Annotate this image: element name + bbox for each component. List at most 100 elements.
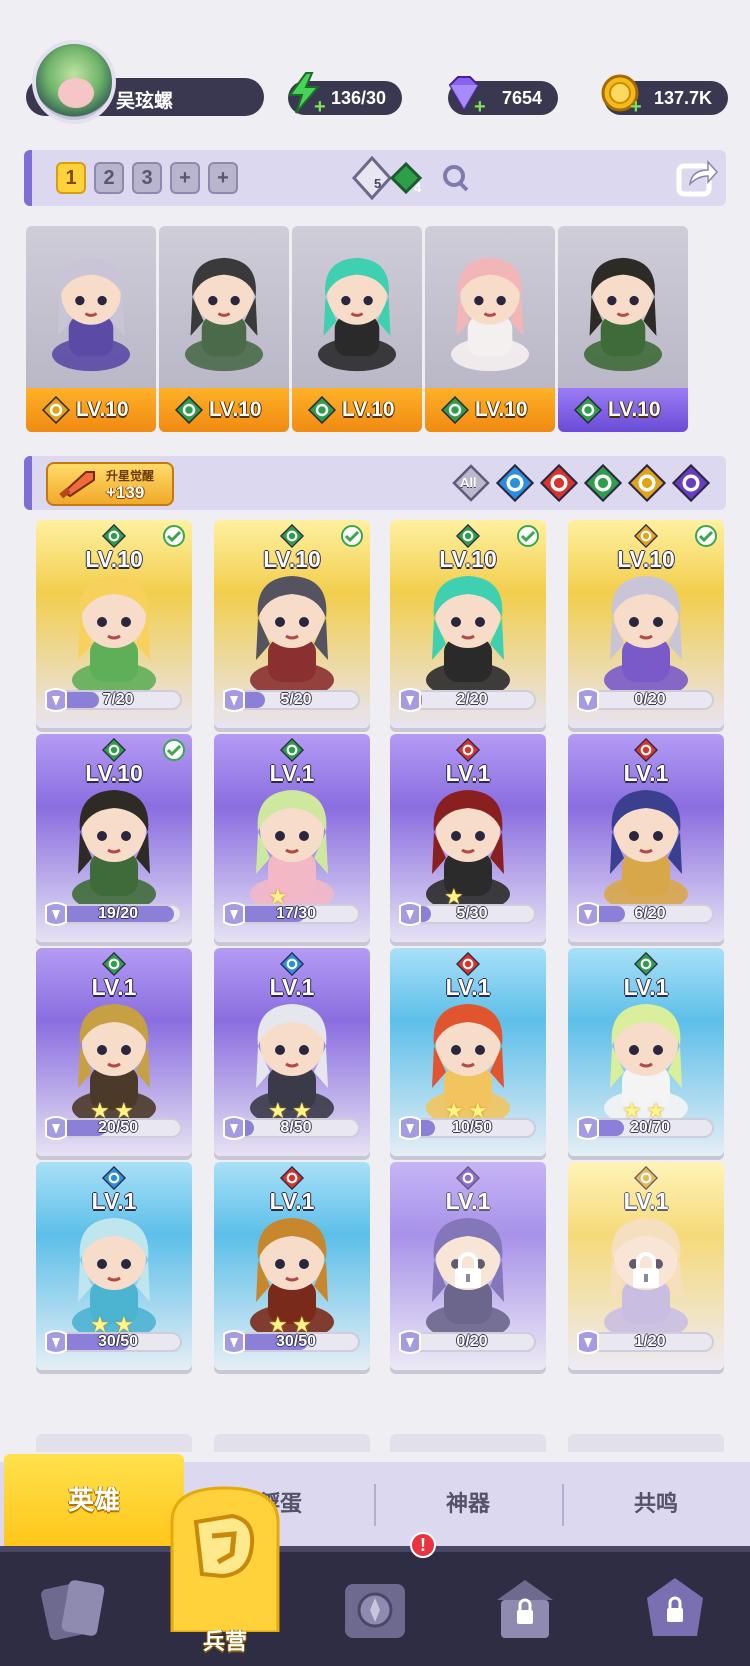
hero-card[interactable]: LV.1 ★ ★ 10/50 <box>390 948 546 1156</box>
nature-element-icon <box>174 395 204 425</box>
lineup-slot[interactable]: LV.10 <box>425 226 555 432</box>
lineup-slot[interactable]: LV.10 <box>159 226 289 432</box>
nature-filter-icon <box>583 463 623 503</box>
progress-text: 0/20 <box>634 691 666 708</box>
map-icon <box>345 1584 405 1638</box>
hero-portrait <box>318 257 396 372</box>
tab-divider <box>374 1484 376 1526</box>
filter-water[interactable] <box>495 463 535 503</box>
hero-card[interactable]: LV.1 ★ ★ 30/50 <box>36 1162 192 1370</box>
water-element-icon <box>101 1165 127 1191</box>
lineup-level-bar: LV.10 <box>26 388 156 432</box>
hero-card[interactable]: LV.1 1/20 <box>568 1162 724 1370</box>
check-icon <box>695 525 717 547</box>
hero-card[interactable]: LV.10 19/20 <box>36 734 192 942</box>
progress-text: 1/20 <box>634 1333 666 1350</box>
avatar[interactable] <box>32 40 116 124</box>
hero-portrait <box>426 790 510 912</box>
nature-element-icon <box>307 395 337 425</box>
hero-card[interactable]: LV.1 0/20 <box>390 1162 546 1370</box>
hero-portrait-wrap <box>222 774 362 914</box>
lineup-level-bar: LV.10 <box>558 388 688 432</box>
shard-icon <box>577 1116 599 1140</box>
hero-card[interactable]: LV.10 2/20 <box>390 520 546 728</box>
hero-card[interactable]: LV.1 6/20 <box>568 734 724 942</box>
team-tab-2[interactable]: 2 <box>94 162 124 194</box>
water-filter-icon <box>495 463 535 503</box>
fire-filter-icon <box>539 463 579 503</box>
progress-text: 19/20 <box>97 905 139 922</box>
shard-icon <box>223 1330 245 1354</box>
nav-cards[interactable] <box>0 1556 150 1666</box>
hero-card[interactable]: LV.1 ★ ★ 8/50 <box>214 948 370 1156</box>
hero-portrait-wrap <box>222 560 362 700</box>
lineup-slot[interactable]: LV.10 <box>558 226 688 432</box>
shard-icon <box>399 902 421 926</box>
lineup-art <box>558 226 688 390</box>
hero-level: LV.10 <box>439 546 497 572</box>
hero-card[interactable]: LV.10 5/20 <box>214 520 370 728</box>
team-tab-add[interactable]: + <box>208 162 238 194</box>
shard-icon <box>45 1116 67 1140</box>
tab-resonance[interactable]: 共鸣 <box>566 1462 746 1546</box>
hero-card[interactable]: LV.10 0/20 <box>568 520 724 728</box>
hero-level: LV.1 <box>445 760 491 786</box>
hero-level: LV.1 <box>91 974 137 1000</box>
coins-counter[interactable]: + 137.7K <box>601 74 728 117</box>
shard-icon <box>45 688 67 712</box>
hero-card[interactable]: LV.1 ★ ★ 20/50 <box>36 948 192 1156</box>
team-tab-add[interactable]: + <box>170 162 200 194</box>
energy-counter[interactable]: + 136/30 <box>288 72 402 117</box>
hero-card[interactable]: LV.10 7/20 <box>36 520 192 728</box>
filter-nature[interactable] <box>583 463 623 503</box>
tab-heroes[interactable]: 英雄 <box>4 1454 184 1546</box>
hero-portrait-wrap <box>398 774 538 914</box>
heroes-screen: 1 吴玹螺 + 136/30 + 7654 + 137.7K <box>0 0 750 1666</box>
bottom-nav <box>0 1546 750 1666</box>
plus-icon[interactable]: + <box>630 97 646 117</box>
nav-shop-locked[interactable] <box>450 1556 600 1666</box>
share-icon[interactable] <box>676 158 718 198</box>
upgrade-button[interactable]: 升星觉醒 +139 <box>46 462 174 506</box>
hero-level: LV.1 <box>623 760 669 786</box>
filter-light[interactable] <box>627 463 667 503</box>
hero-card[interactable]: LV.1 ★ ★ 30/50 <box>214 1162 370 1370</box>
light-filter-icon <box>627 463 667 503</box>
lineup-level-bar: LV.10 <box>292 388 422 432</box>
shard-icon <box>577 902 599 926</box>
hero-card[interactable]: LV.1 ★ ★ 20/70 <box>568 948 724 1156</box>
team-tab-1[interactable]: 1 <box>56 162 86 194</box>
shard-icon <box>223 902 245 926</box>
barracks-icon <box>170 1486 280 1632</box>
progress-text: 2/20 <box>456 691 488 708</box>
lineup-art <box>26 226 156 390</box>
nature-element-icon <box>279 523 305 549</box>
team-tab-3[interactable]: 3 <box>132 162 162 194</box>
nature-element-icon <box>633 951 659 977</box>
lineup-level: LV.10 <box>209 398 262 421</box>
nav-club-locked[interactable] <box>600 1556 750 1666</box>
player-name: 吴玹螺 <box>116 91 174 112</box>
lineup-level: LV.10 <box>76 398 129 421</box>
lineup-slot[interactable]: LV.10 <box>292 226 422 432</box>
filter-all[interactable]: All <box>452 464 490 502</box>
filter-fire[interactable] <box>539 463 579 503</box>
progress-text: 17/30 <box>275 905 317 922</box>
lineup-art <box>159 226 289 390</box>
hero-card[interactable]: LV.1 ★ 17/30 <box>214 734 370 942</box>
nav-barracks-active[interactable]: 兵营 <box>162 1482 288 1666</box>
shard-progress: 20/70 <box>586 1118 714 1138</box>
hero-card[interactable]: LV.1 ★ 5/30 <box>390 734 546 942</box>
filter-dark[interactable] <box>671 463 711 503</box>
plus-icon[interactable]: + <box>474 97 490 117</box>
lineup-slot[interactable]: LV.10 <box>26 226 156 432</box>
gems-counter[interactable]: + 7654 <box>448 76 558 117</box>
shard-icon <box>223 688 245 712</box>
nav-adventure[interactable] <box>300 1556 450 1666</box>
lineup: LV.10 LV.10 LV.10 LV.10 LV.10 <box>26 226 724 432</box>
check-icon <box>163 739 185 761</box>
fire-element-icon <box>279 1165 305 1191</box>
tab-artifacts[interactable]: 神器 <box>378 1462 558 1546</box>
plus-icon[interactable]: + <box>314 97 330 117</box>
team-synergy[interactable]: 5 4 <box>350 155 470 201</box>
